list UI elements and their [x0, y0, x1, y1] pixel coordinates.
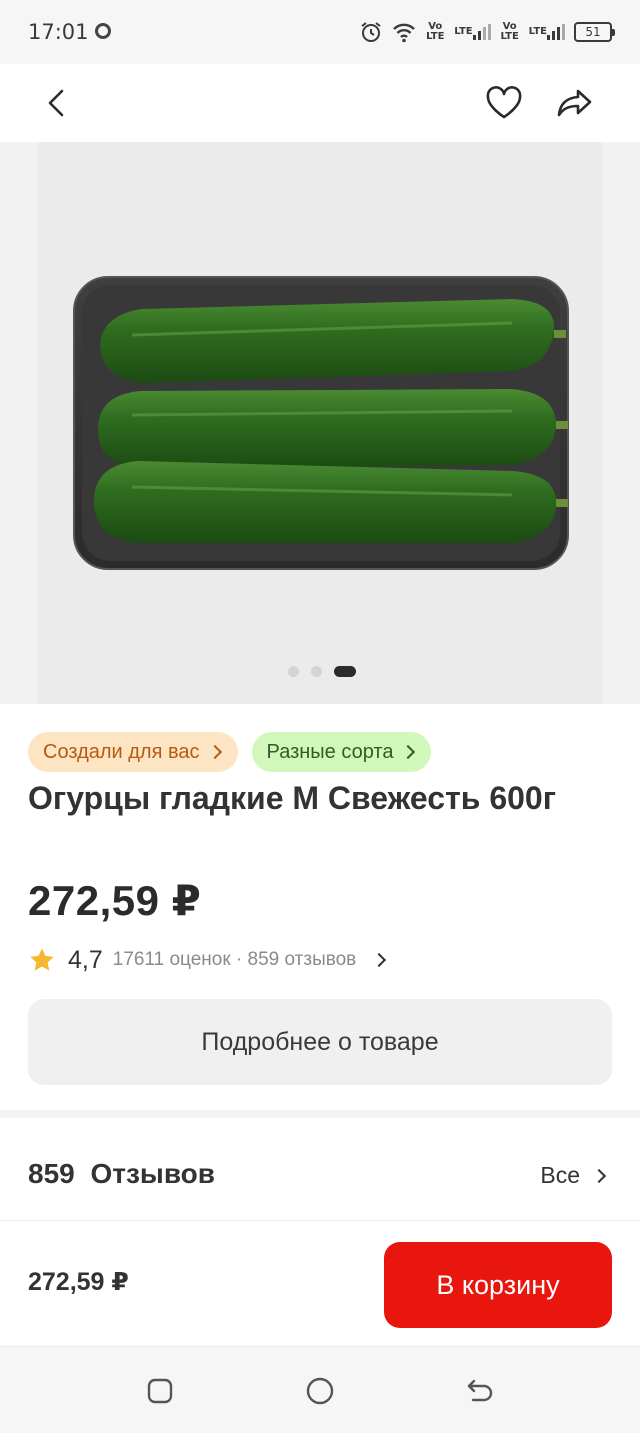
pagination-dot[interactable] — [311, 666, 322, 677]
top-nav — [0, 64, 640, 142]
star-icon — [30, 948, 54, 971]
status-bar: 17:01 Vo LTE LTE Vo LTE LTE 51 — [0, 0, 640, 64]
lte-label-2: LTE — [528, 26, 547, 37]
section-divider — [0, 1110, 640, 1118]
system-back-button[interactable] — [464, 1375, 496, 1407]
product-tags: Создали для вас Разные сорта — [28, 732, 432, 772]
share-icon — [557, 89, 592, 117]
tag-created-for-you[interactable]: Создали для вас — [28, 732, 238, 772]
rating-row[interactable]: 4,7 17611 оценок · 859 отзывов — [28, 944, 387, 976]
product-price: 272,59 ₽ — [28, 877, 202, 924]
reviews-header: 859 Отзывов Все — [28, 1140, 612, 1220]
signal-2: LTE — [529, 19, 565, 45]
tag-label: Разные сорта — [266, 740, 394, 763]
share-button[interactable] — [552, 80, 598, 126]
volte-label-2: Vo LTE — [500, 21, 519, 42]
back-button[interactable] — [34, 80, 80, 126]
pagination-dot-active[interactable] — [334, 666, 356, 677]
gallery-frame — [38, 142, 602, 704]
notification-icon — [95, 23, 111, 39]
product-title: Огурцы гладкие М Свежесть 600г — [28, 780, 557, 816]
back-icon — [48, 89, 64, 117]
square-nav-icon — [147, 1378, 173, 1404]
product-image — [73, 276, 569, 570]
reviews-all-link[interactable]: Все — [540, 1162, 607, 1189]
product-details-button[interactable]: Подробнее о товаре — [28, 999, 612, 1085]
tag-label: Создали для вас — [43, 740, 200, 763]
tag-different-varieties[interactable]: Разные сорта — [251, 732, 432, 772]
rating-meta: 17611 оценок · 859 отзывов — [112, 949, 357, 970]
heart-icon — [486, 86, 522, 119]
home-button[interactable] — [304, 1375, 336, 1407]
chevron-right-icon — [372, 952, 387, 968]
lte-label-1: LTE — [454, 26, 473, 37]
circle-nav-icon — [306, 1377, 334, 1405]
wifi-icon — [392, 19, 416, 45]
battery-icon: 51 — [574, 22, 615, 42]
status-time: 17:01 — [28, 20, 89, 44]
gallery-pagination — [0, 666, 640, 677]
volte-label-1: Vo LTE — [426, 21, 445, 42]
recents-button[interactable] — [144, 1375, 176, 1407]
reviews-all-label: Все — [540, 1162, 580, 1188]
chevron-right-icon — [401, 744, 416, 760]
status-icons: Vo LTE LTE Vo LTE LTE 51 — [359, 17, 615, 47]
chevron-right-icon — [591, 1168, 607, 1183]
add-to-cart-button[interactable]: В корзину — [384, 1242, 612, 1328]
system-nav-bar — [0, 1346, 640, 1433]
product-gallery[interactable] — [0, 142, 640, 704]
battery-level: 51 — [585, 25, 601, 39]
chevron-right-icon — [207, 744, 222, 760]
signal-bars-icon — [472, 24, 491, 40]
reviews-title: 859 Отзывов — [28, 1158, 215, 1189]
buy-bar-price: 272,59 ₽ — [28, 1268, 129, 1296]
buy-bar: 272,59 ₽ В корзину — [0, 1220, 640, 1346]
pagination-dot[interactable] — [288, 666, 299, 677]
back-nav-icon — [467, 1379, 493, 1402]
alarm-icon — [359, 19, 383, 45]
rating-value: 4,7 — [68, 945, 103, 974]
signal-bars-icon — [547, 24, 565, 40]
favorite-button[interactable] — [481, 80, 527, 126]
signal-1: LTE — [454, 19, 491, 45]
